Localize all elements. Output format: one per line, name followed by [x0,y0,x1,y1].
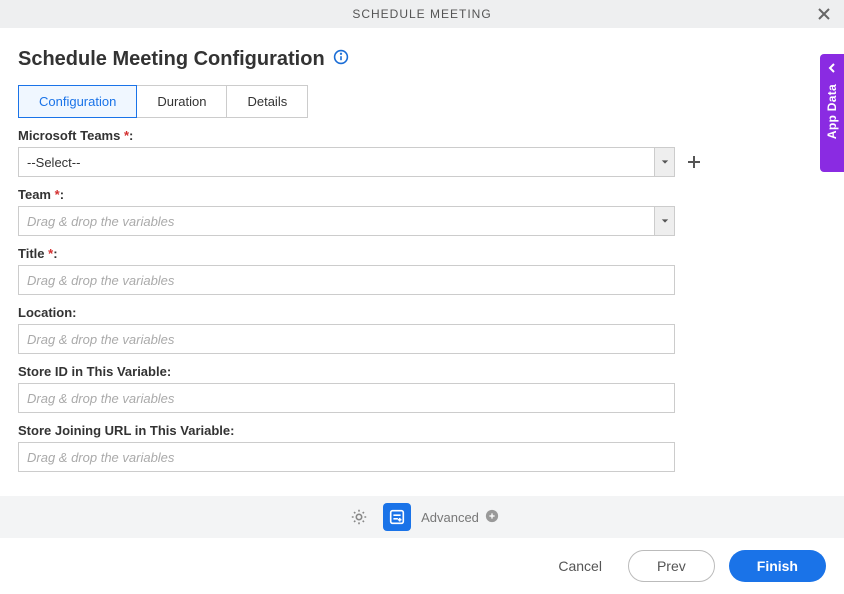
store-id-input[interactable] [18,383,675,413]
location-input[interactable] [18,324,675,354]
required-marker: * [55,187,60,202]
store-url-label: Store Joining URL in This Variable: [18,423,826,438]
required-marker: * [124,128,129,143]
dropdown-caret-icon [654,207,674,235]
form-icon [388,508,406,526]
gear-icon [350,508,368,526]
tab-bar: Configuration Duration Details [18,85,826,118]
settings-button[interactable] [345,503,373,531]
footer-actions: Cancel Prev Finish [0,538,844,594]
modal-titlebar: SCHEDULE MEETING [0,0,844,28]
close-button[interactable] [812,2,836,26]
title-label: Title *: [18,246,826,261]
page-heading: Schedule Meeting Configuration [18,48,826,71]
store-url-input[interactable] [18,442,675,472]
chevron-left-icon [826,62,838,74]
microsoft-teams-select[interactable]: --Select-- [18,147,675,177]
location-label: Location: [18,305,826,320]
form-builder-button[interactable] [383,503,411,531]
microsoft-teams-label: Microsoft Teams *: [18,128,826,143]
finish-button[interactable]: Finish [729,550,826,582]
prev-button[interactable]: Prev [628,550,715,582]
page-heading-text: Schedule Meeting Configuration [18,48,325,71]
advanced-toggle[interactable]: Advanced [421,509,499,526]
title-input[interactable] [18,265,675,295]
field-microsoft-teams: Microsoft Teams *: --Select-- [18,128,826,177]
store-id-label: Store ID in This Variable: [18,364,826,379]
team-label-text: Team [18,187,51,202]
plus-circle-icon [485,509,499,526]
advanced-label: Advanced [421,510,479,525]
plus-icon [686,154,702,170]
modal-title: SCHEDULE MEETING [352,7,491,21]
title-label-text: Title [18,246,45,261]
field-store-url: Store Joining URL in This Variable: [18,423,826,472]
tab-configuration[interactable]: Configuration [18,85,137,118]
dropdown-caret-icon [654,148,674,176]
modal-body: Schedule Meeting Configuration Configura… [0,28,844,496]
field-team: Team *: Drag & drop the variables [18,187,826,236]
team-placeholder: Drag & drop the variables [27,214,174,229]
cancel-button[interactable]: Cancel [546,550,614,582]
field-title: Title *: [18,246,826,295]
microsoft-teams-value: --Select-- [27,155,80,170]
close-icon [816,6,832,22]
required-marker: * [48,246,53,261]
microsoft-teams-label-text: Microsoft Teams [18,128,120,143]
tab-duration[interactable]: Duration [137,85,227,118]
bottom-toolbar: Advanced [0,496,844,538]
add-microsoft-teams-button[interactable] [683,151,705,173]
tab-details[interactable]: Details [227,85,308,118]
app-data-panel-toggle[interactable]: App Data [820,54,844,172]
info-icon[interactable] [333,48,349,71]
schedule-meeting-modal: SCHEDULE MEETING Schedule Meeting Config… [0,0,844,594]
team-select[interactable]: Drag & drop the variables [18,206,675,236]
app-data-label: App Data [825,84,839,139]
team-label: Team *: [18,187,826,202]
field-location: Location: [18,305,826,354]
field-store-id: Store ID in This Variable: [18,364,826,413]
